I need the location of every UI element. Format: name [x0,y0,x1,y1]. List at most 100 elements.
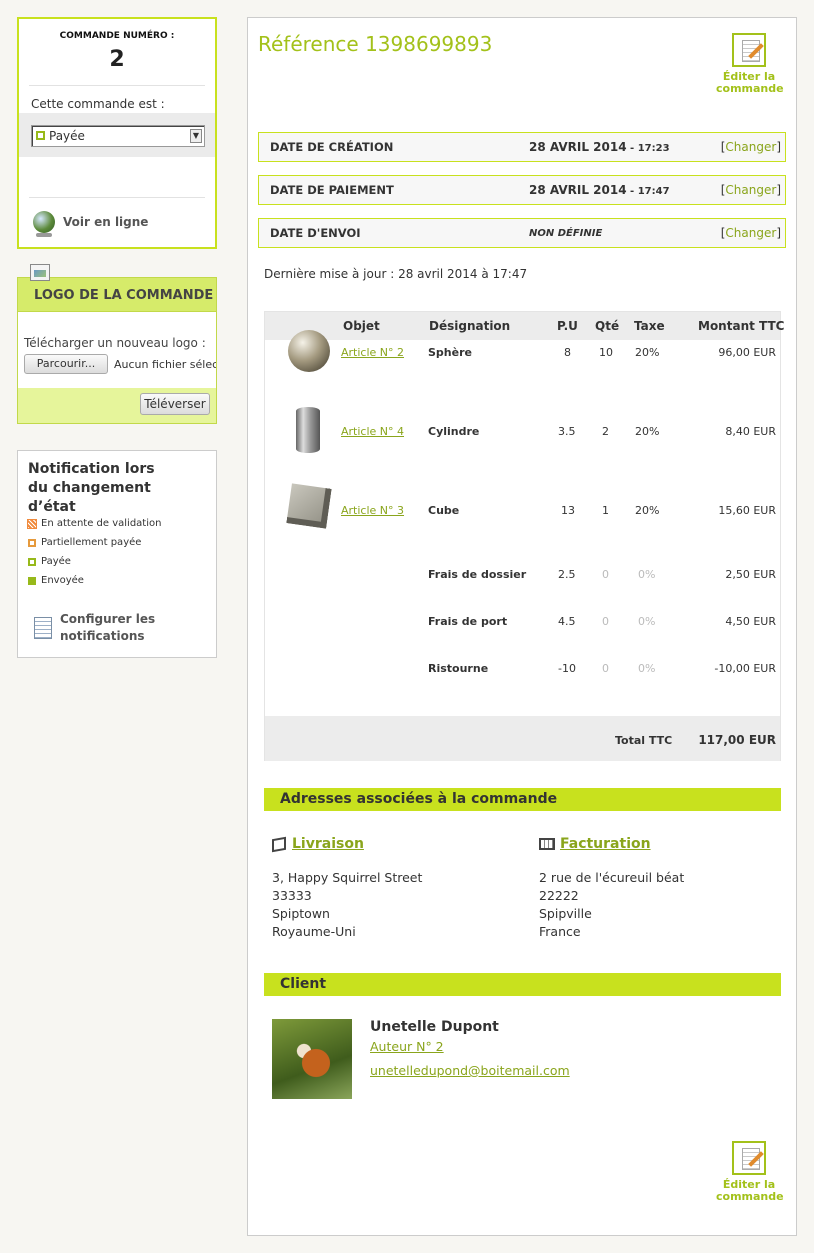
order-main-panel: Référence 1398699893 Éditer la commande … [247,17,797,1236]
col-designation: Désignation [429,319,511,333]
item-qty: 0 [602,615,609,628]
view-online-link[interactable]: Voir en ligne [33,211,148,237]
item-pu: 3.5 [558,425,576,438]
date-row-payment: DATE DE PAIEMENT 28 AVRIL 2014 - 17:47 [… [258,175,786,205]
legend-label: Payée [41,556,71,567]
status-square-icon [36,131,45,140]
date-undefined: NON DÉFINIE [529,228,603,239]
billing-link[interactable]: Facturation [539,835,684,853]
article-link[interactable]: Article N° 2 [341,346,404,359]
client-avatar [272,1019,352,1099]
image-icon [30,264,50,281]
client-email-link[interactable]: unetelledupond@boitemail.com [370,1063,570,1078]
article-link[interactable]: Article N° 3 [341,504,404,517]
item-name: Frais de dossier [428,568,527,581]
status-label: Cette commande est : [31,97,165,111]
cash-register-icon [539,838,555,850]
item-pu: 8 [564,346,571,359]
item-pu: 13 [561,504,575,517]
edit-order-button-bottom[interactable]: Éditer la commande [716,1141,784,1203]
col-pu: P.U [557,319,578,333]
total-label: Total TTC [615,734,673,747]
edit-order-button[interactable]: Éditer la commande [716,33,784,95]
item-tax: 20% [635,346,660,359]
legend-label: Partiellement payée [41,537,142,548]
item-name: Cube [428,504,460,517]
status-select[interactable]: Payée ▼ [31,125,205,147]
client-name: Unetelle Dupont [370,1019,499,1035]
address-line: 3, Happy Squirrel Street [272,870,423,885]
delivery-link[interactable]: Livraison [272,835,422,853]
globe-icon [33,211,55,237]
addresses-section-title: Adresses associées à la commande [264,788,781,811]
item-amount: -10,00 EUR [714,662,776,675]
date-key: DATE DE CRÉATION [270,140,394,154]
item-pu: 4.5 [558,615,576,628]
order-number-title: COMMANDE NUMÉRO : [59,31,175,41]
item-tax: 0% [638,568,656,581]
address-line: 2 rue de l'écureuil béat [539,870,685,885]
change-link[interactable]: [Changer] [721,140,781,154]
cube-image [286,483,332,529]
client-section-title: Client [264,973,781,996]
notification-title: Notification lors du changement d’état [28,461,155,515]
item-amount: 4,50 EUR [725,615,776,628]
item-name: Ristourne [428,662,489,675]
item-qty: 0 [602,568,609,581]
sent-square-icon [28,576,36,585]
divider [29,85,205,86]
document-icon [34,617,52,639]
client-author-link[interactable]: Auteur N° 2 [370,1039,444,1054]
configure-label: Configurer les notifications [60,612,156,643]
order-items-table: Objet Désignation P.U Qté Taxe Montant T… [264,311,785,761]
delivery-address: Livraison 3, Happy Squirrel Street 33333… [272,835,422,941]
date-key: DATE DE PAIEMENT [270,183,394,197]
chevron-down-icon[interactable]: ▼ [190,129,202,143]
no-file-text: Aucun fichier sélectionné [114,358,216,371]
sphere-image [288,330,330,372]
total-value: 117,00 EUR [698,733,776,747]
item-tax: 0% [638,662,656,675]
item-amount: 8,40 EUR [725,425,776,438]
item-name: Frais de port [428,615,508,628]
date-value: 28 AVRIL 2014 - 17:23 [529,140,670,154]
package-icon [272,836,286,852]
col-tax: Taxe [634,319,665,333]
date-key: DATE D'ENVOI [270,226,361,240]
date-row-creation: DATE DE CRÉATION 28 AVRIL 2014 - 17:23 [… [258,132,786,162]
article-link[interactable]: Article N° 4 [341,425,404,438]
billing-address: Facturation 2 rue de l'écureuil béat 222… [539,835,684,941]
item-pu: -10 [558,662,576,675]
paid-square-icon [28,557,36,566]
date-row-shipping: DATE D'ENVOI NON DÉFINIE [Changer] [258,218,786,248]
last-update: Dernière mise à jour : 28 avril 2014 à 1… [264,267,528,281]
col-amount: Montant TTC [698,319,785,333]
item-amount: 96,00 EUR [718,346,776,359]
address-line: Spiptown [272,906,330,921]
edit-icon [732,1141,766,1175]
notification-box: Notification lors du changement d’état E… [17,450,217,658]
item-name: Sphère [428,346,472,359]
status-select-wrap: Payée ▼ [19,113,215,157]
item-tax: 0% [638,615,656,628]
item-qty: 10 [599,346,613,359]
divider [29,197,205,198]
edit-order-label: Éditer la commande [716,1178,784,1203]
address-line: 22222 [539,888,579,903]
page-title: Référence 1398699893 [258,32,493,56]
upload-button[interactable]: Téléverser [140,393,210,415]
col-object: Objet [343,319,380,333]
change-link[interactable]: [Changer] [721,226,781,240]
configure-notifications-link[interactable]: Configurer les notifications [34,611,160,645]
browse-button[interactable]: Parcourir... [24,354,108,374]
item-qty: 1 [602,504,609,517]
item-qty: 2 [602,425,609,438]
col-qty: Qté [595,319,620,333]
legend-item-sent: Envoyée [28,575,84,586]
legend-item-partial: Partiellement payée [28,537,141,548]
change-link[interactable]: [Changer] [721,183,781,197]
legend-item-paid: Payée [28,556,71,567]
cylinder-image [296,407,320,453]
pending-square-icon [27,518,37,529]
upload-label: Télécharger un nouveau logo : [24,336,206,350]
